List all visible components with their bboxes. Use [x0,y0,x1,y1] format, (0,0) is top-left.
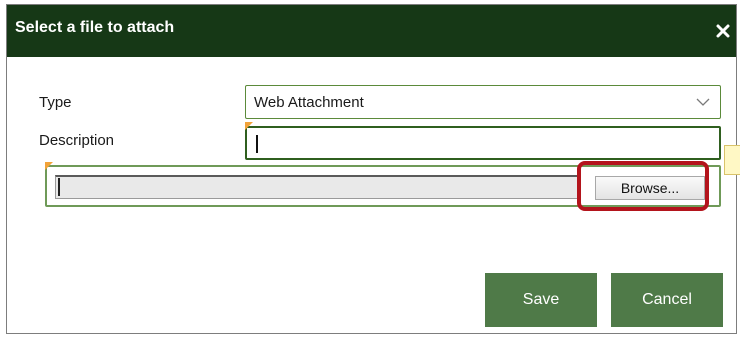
file-path-input[interactable] [55,175,581,199]
tooltip-fragment [724,145,740,175]
save-button[interactable]: Save [485,273,597,327]
cancel-button[interactable]: Cancel [611,273,723,327]
chevron-down-icon [696,98,710,106]
type-select[interactable]: Web Attachment [245,85,721,119]
text-cursor [256,135,258,153]
browse-highlight-callout [577,161,709,211]
type-label: Type [39,94,72,111]
close-icon[interactable] [715,23,731,39]
file-path-cursor [58,178,60,196]
file-required-marker-icon [45,162,53,170]
dialog-title-bar: Select a file to attach [7,5,736,57]
type-select-value: Web Attachment [254,94,364,111]
description-label: Description [39,132,115,149]
attach-file-dialog: Select a file to attach Type Web Attachm… [6,4,737,334]
description-input[interactable] [245,126,721,160]
dialog-title: Select a file to attach [15,19,175,36]
required-marker-icon [245,122,253,130]
